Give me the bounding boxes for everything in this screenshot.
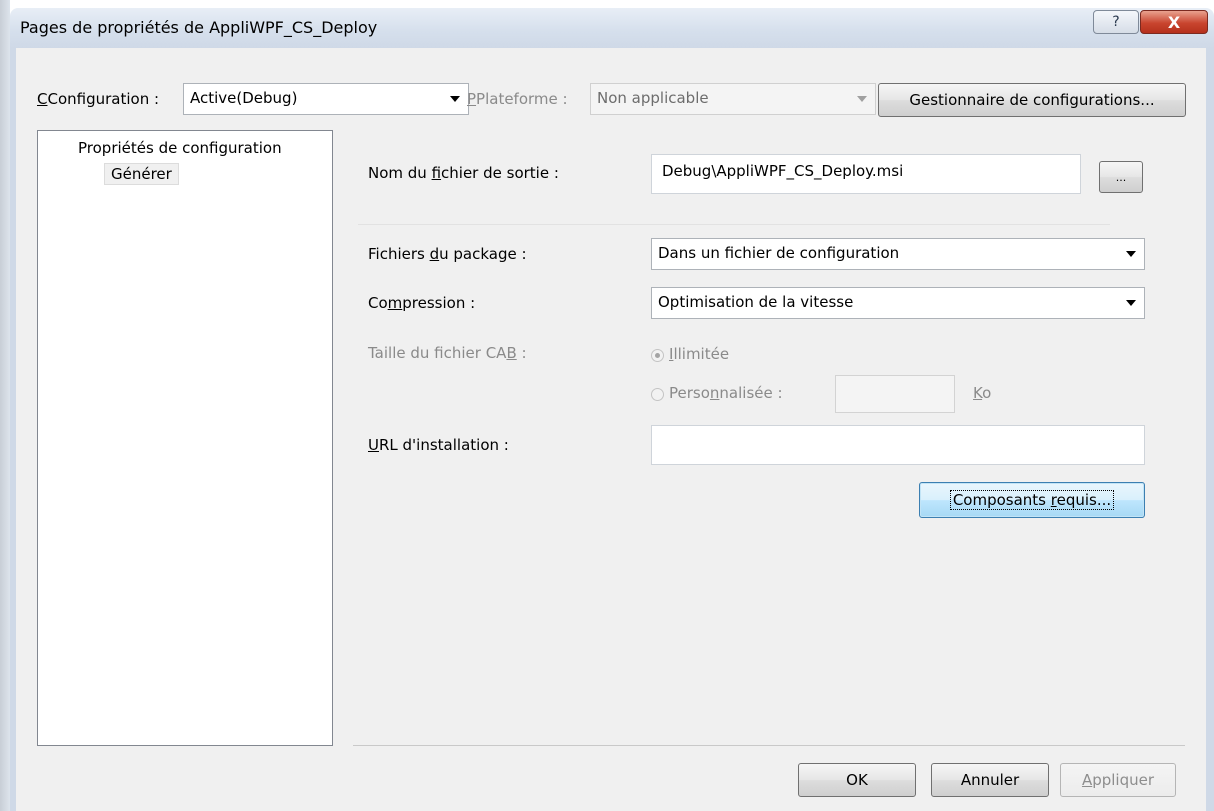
- window-frame: [0, 0, 10, 811]
- size-unit-label: Ko: [973, 384, 992, 402]
- chevron-down-icon: [1126, 300, 1136, 306]
- footer-separator: [353, 745, 1185, 746]
- window-title: Pages de propriétés de AppliWPF_CS_Deplo…: [20, 18, 378, 37]
- configuration-value: Active(Debug): [190, 89, 298, 107]
- chevron-down-icon: [857, 96, 867, 102]
- unlimited-radio[interactable]: [651, 349, 664, 362]
- apply-label: Appliquer: [1081, 771, 1155, 789]
- cancel-button[interactable]: Annuler: [931, 763, 1049, 797]
- chevron-down-icon: [1126, 251, 1136, 257]
- package-files-value: Dans un fichier de configuration: [658, 244, 900, 262]
- unlimited-label: Illimitée: [669, 345, 730, 363]
- custom-size-label: Personnalisée :: [669, 384, 783, 402]
- ok-label: OK: [846, 771, 868, 789]
- prerequisites-label: Composants requis...: [949, 490, 1115, 510]
- output-file-value: Debug\AppliWPF_CS_Deploy.msi: [662, 162, 904, 180]
- tree-item-configuration-properties[interactable]: Propriétés de configuration: [78, 139, 282, 157]
- install-url-input[interactable]: [651, 425, 1145, 465]
- apply-button[interactable]: Appliquer: [1060, 763, 1176, 797]
- dialog-client-area: CConfiguration : Active(Debug) PPlatefor…: [16, 48, 1206, 811]
- ellipsis-icon: ...: [1115, 170, 1127, 184]
- close-button[interactable]: X: [1140, 10, 1208, 34]
- section-separator: [358, 224, 1110, 225]
- platform-dropdown[interactable]: Non applicable: [590, 83, 876, 115]
- platform-label-text: Plateforme :: [476, 90, 568, 108]
- output-file-label: Nom du fichier de sortie :: [368, 164, 559, 182]
- configuration-manager-label: Gestionnaire de configurations...: [909, 91, 1155, 109]
- output-file-input[interactable]: Debug\AppliWPF_CS_Deploy.msi: [651, 154, 1081, 194]
- cancel-label: Annuler: [960, 771, 1020, 789]
- help-icon: ?: [1112, 14, 1120, 30]
- compression-label: Compression :: [368, 294, 476, 312]
- platform-value: Non applicable: [597, 89, 709, 107]
- custom-size-input[interactable]: [835, 375, 955, 413]
- cab-size-label: Taille du fichier CAB :: [368, 344, 527, 362]
- platform-label: PPlateforme :: [467, 90, 568, 108]
- tree-item-build[interactable]: Générer: [104, 163, 179, 185]
- title-bar[interactable]: Pages de propriétés de AppliWPF_CS_Deplo…: [10, 8, 1214, 48]
- configuration-dropdown[interactable]: Active(Debug): [183, 83, 469, 115]
- chevron-down-icon: [450, 96, 460, 102]
- browse-button[interactable]: ...: [1099, 161, 1143, 193]
- configuration-label: CConfiguration :: [37, 90, 160, 108]
- package-files-label: Fichiers du package :: [368, 245, 527, 263]
- ok-button[interactable]: OK: [798, 763, 916, 797]
- window-border-right: [1206, 48, 1214, 811]
- prerequisites-button[interactable]: Composants requis...: [919, 482, 1145, 518]
- property-pages-dialog: Pages de propriétés de AppliWPF_CS_Deplo…: [0, 0, 1214, 811]
- install-url-label: URL d'installation :: [368, 436, 509, 454]
- package-files-dropdown[interactable]: Dans un fichier de configuration: [651, 238, 1145, 270]
- help-button[interactable]: ?: [1093, 10, 1139, 34]
- configuration-manager-button[interactable]: Gestionnaire de configurations...: [878, 83, 1186, 117]
- configuration-label-text: Configuration :: [47, 90, 160, 108]
- compression-value: Optimisation de la vitesse: [658, 293, 854, 311]
- custom-size-radio[interactable]: [651, 388, 664, 401]
- close-icon: X: [1167, 12, 1181, 32]
- category-tree[interactable]: Propriétés de configuration Générer: [37, 130, 333, 746]
- compression-dropdown[interactable]: Optimisation de la vitesse: [651, 287, 1145, 319]
